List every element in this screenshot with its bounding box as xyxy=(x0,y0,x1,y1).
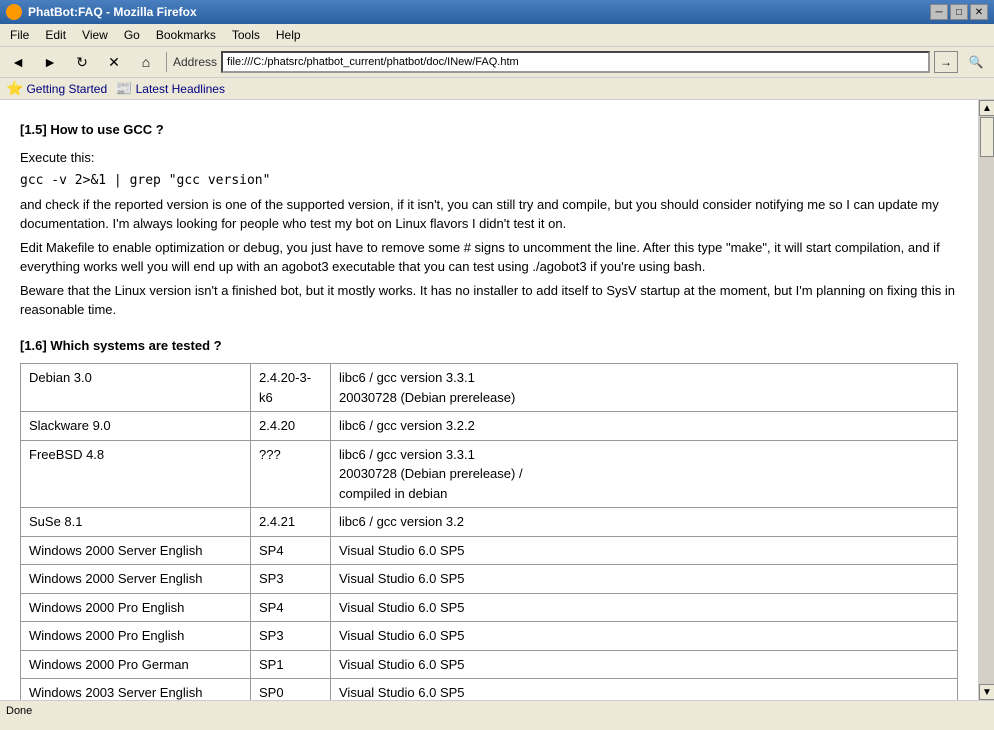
refresh-button[interactable]: ↻ xyxy=(68,50,96,74)
os-cell: Slackware 9.0 xyxy=(21,412,251,441)
table-row: Slackware 9.02.4.20libc6 / gcc version 3… xyxy=(21,412,958,441)
version-cell: SP0 xyxy=(251,679,331,701)
forward-button[interactable]: ► xyxy=(36,50,64,74)
version-cell: ??? xyxy=(251,440,331,508)
version-cell: 2.4.20 xyxy=(251,412,331,441)
execute-label: Execute this: xyxy=(20,148,958,168)
menu-help[interactable]: Help xyxy=(270,26,307,44)
maximize-button[interactable]: □ xyxy=(950,4,968,20)
os-cell: FreeBSD 4.8 xyxy=(21,440,251,508)
version-cell: 2.4.21 xyxy=(251,508,331,537)
notes-cell: libc6 / gcc version 3.3.120030728 (Debia… xyxy=(331,364,958,412)
toolbar: ◄ ► ↻ ✕ ⌂ Address → 🔍 xyxy=(0,47,994,78)
scrollbar[interactable]: ▲ ▼ xyxy=(978,100,994,700)
notes-cell: Visual Studio 6.0 SP5 xyxy=(331,593,958,622)
gcc-para2: Edit Makefile to enable optimization or … xyxy=(20,238,958,277)
notes-cell: Visual Studio 6.0 SP5 xyxy=(331,679,958,701)
version-cell: SP3 xyxy=(251,565,331,594)
close-button[interactable]: ✕ xyxy=(970,4,988,20)
scroll-thumb[interactable] xyxy=(980,117,994,157)
scroll-up-button[interactable]: ▲ xyxy=(979,100,994,116)
os-cell: SuSe 8.1 xyxy=(21,508,251,537)
os-cell: Windows 2000 Server English xyxy=(21,565,251,594)
bookmark-getting-started[interactable]: ⭐ Getting Started xyxy=(6,80,107,97)
gcc-command: gcc -v 2>&1 | grep "gcc version" xyxy=(20,171,958,191)
menu-go[interactable]: Go xyxy=(118,26,146,44)
table-row: Windows 2000 Pro EnglishSP3Visual Studio… xyxy=(21,622,958,651)
address-label: Address xyxy=(173,55,217,69)
main-area: [1.5] How to use GCC ? Execute this: gcc… xyxy=(0,100,994,700)
status-bar: Done xyxy=(0,700,994,720)
minimize-button[interactable]: ─ xyxy=(930,4,948,20)
gcc-para1: and check if the reported version is one… xyxy=(20,195,958,234)
os-cell: Windows 2000 Server English xyxy=(21,536,251,565)
table-row: SuSe 8.12.4.21libc6 / gcc version 3.2 xyxy=(21,508,958,537)
title-bar-left: PhatBot:FAQ - Mozilla Firefox xyxy=(6,4,197,20)
notes-cell: Visual Studio 6.0 SP5 xyxy=(331,536,958,565)
compatibility-table: Debian 3.02.4.20-3-k6libc6 / gcc version… xyxy=(20,363,958,700)
stop-button[interactable]: ✕ xyxy=(100,50,128,74)
menu-file[interactable]: File xyxy=(4,26,35,44)
notes-cell: libc6 / gcc version 3.2.2 xyxy=(331,412,958,441)
version-cell: 2.4.20-3-k6 xyxy=(251,364,331,412)
notes-cell: libc6 / gcc version 3.3.120030728 (Debia… xyxy=(331,440,958,508)
menu-bookmarks[interactable]: Bookmarks xyxy=(150,26,222,44)
go-button[interactable]: → xyxy=(934,51,958,73)
menu-bar: File Edit View Go Bookmarks Tools Help xyxy=(0,24,994,47)
search-button[interactable]: 🔍 xyxy=(962,50,990,74)
scroll-track[interactable] xyxy=(979,116,994,684)
table-row: Windows 2003 Server EnglishSP0Visual Stu… xyxy=(21,679,958,701)
address-input[interactable] xyxy=(221,51,930,73)
os-cell: Windows 2000 Pro German xyxy=(21,650,251,679)
version-cell: SP4 xyxy=(251,536,331,565)
table-row: Debian 3.02.4.20-3-k6libc6 / gcc version… xyxy=(21,364,958,412)
table-row: FreeBSD 4.8???libc6 / gcc version 3.3.12… xyxy=(21,440,958,508)
latest-headlines-icon: 📰 xyxy=(115,80,132,97)
version-cell: SP1 xyxy=(251,650,331,679)
section-16-heading: [1.6] Which systems are tested ? xyxy=(20,336,958,356)
bookmark-latest-headlines[interactable]: 📰 Latest Headlines xyxy=(115,80,225,97)
version-cell: SP3 xyxy=(251,622,331,651)
bookmarks-bar: ⭐ Getting Started 📰 Latest Headlines xyxy=(0,78,994,100)
content-area[interactable]: [1.5] How to use GCC ? Execute this: gcc… xyxy=(0,100,978,700)
notes-cell: libc6 / gcc version 3.2 xyxy=(331,508,958,537)
getting-started-label: Getting Started xyxy=(26,82,107,96)
menu-edit[interactable]: Edit xyxy=(39,26,72,44)
os-cell: Windows 2000 Pro English xyxy=(21,593,251,622)
back-button[interactable]: ◄ xyxy=(4,50,32,74)
home-button[interactable]: ⌂ xyxy=(132,50,160,74)
version-cell: SP4 xyxy=(251,593,331,622)
window-title: PhatBot:FAQ - Mozilla Firefox xyxy=(28,5,197,19)
getting-started-icon: ⭐ xyxy=(6,80,23,97)
title-bar-controls: ─ □ ✕ xyxy=(930,4,988,20)
notes-cell: Visual Studio 6.0 SP5 xyxy=(331,565,958,594)
address-bar: Address → xyxy=(173,51,958,73)
table-row: Windows 2000 Pro GermanSP1Visual Studio … xyxy=(21,650,958,679)
toolbar-separator xyxy=(166,52,167,72)
notes-cell: Visual Studio 6.0 SP5 xyxy=(331,622,958,651)
os-cell: Windows 2000 Pro English xyxy=(21,622,251,651)
table-row: Windows 2000 Pro EnglishSP4Visual Studio… xyxy=(21,593,958,622)
app-icon xyxy=(6,4,22,20)
table-row: Windows 2000 Server EnglishSP3Visual Stu… xyxy=(21,565,958,594)
gcc-para3: Beware that the Linux version isn't a fi… xyxy=(20,281,958,320)
status-text: Done xyxy=(6,705,32,717)
latest-headlines-label: Latest Headlines xyxy=(136,82,225,96)
section-15-heading: [1.5] How to use GCC ? xyxy=(20,120,958,140)
menu-tools[interactable]: Tools xyxy=(226,26,266,44)
notes-cell: Visual Studio 6.0 SP5 xyxy=(331,650,958,679)
os-cell: Debian 3.0 xyxy=(21,364,251,412)
os-cell: Windows 2003 Server English xyxy=(21,679,251,701)
table-row: Windows 2000 Server EnglishSP4Visual Stu… xyxy=(21,536,958,565)
menu-view[interactable]: View xyxy=(76,26,114,44)
scroll-down-button[interactable]: ▼ xyxy=(979,684,994,700)
title-bar: PhatBot:FAQ - Mozilla Firefox ─ □ ✕ xyxy=(0,0,994,24)
